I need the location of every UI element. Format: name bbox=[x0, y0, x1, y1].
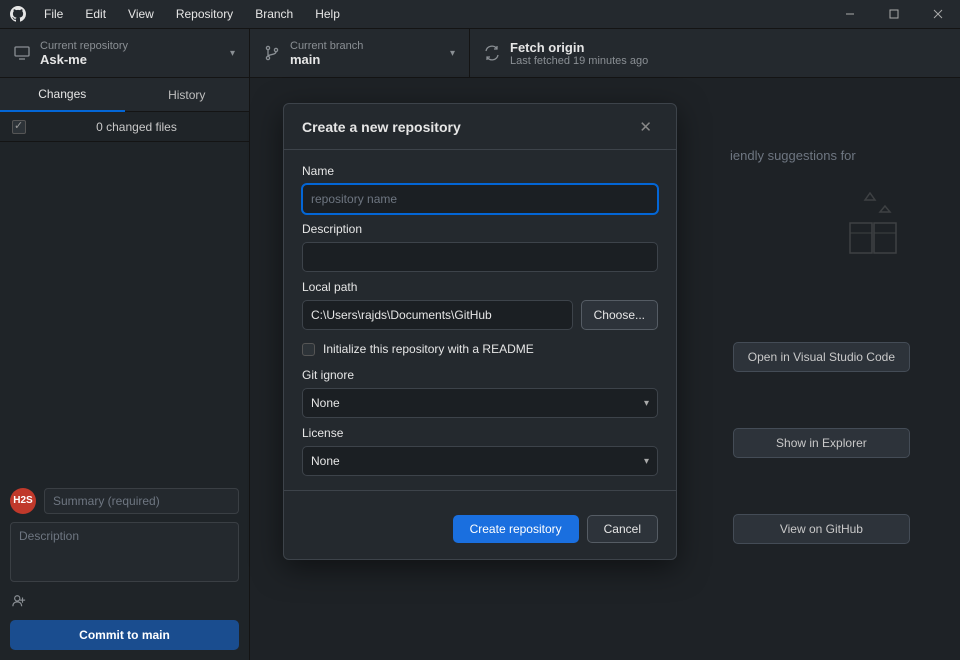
fetch-origin-button[interactable]: Fetch origin Last fetched 19 minutes ago bbox=[470, 29, 960, 77]
chevron-down-icon: ▾ bbox=[450, 48, 455, 59]
tab-changes[interactable]: Changes bbox=[0, 78, 125, 112]
git-branch-icon bbox=[264, 45, 280, 61]
repo-value: Ask-me bbox=[40, 52, 128, 67]
current-repository-selector[interactable]: Current repository Ask-me ▾ bbox=[0, 29, 250, 77]
changed-files-count: 0 changed files bbox=[36, 120, 237, 134]
add-coauthor-button[interactable] bbox=[10, 590, 239, 612]
desktop-icon bbox=[14, 45, 30, 61]
window-minimize-button[interactable] bbox=[828, 0, 872, 28]
changes-list bbox=[0, 142, 249, 478]
modal-title: Create a new repository bbox=[302, 119, 461, 135]
avatar: H2S bbox=[10, 488, 36, 514]
window-close-button[interactable] bbox=[916, 0, 960, 28]
current-branch-selector[interactable]: Current branch main ▾ bbox=[250, 29, 470, 77]
window-controls bbox=[828, 0, 960, 28]
sidebar-tabs: Changes History bbox=[0, 78, 249, 112]
show-in-explorer-button[interactable]: Show in Explorer bbox=[733, 428, 910, 458]
commit-button[interactable]: Commit to main bbox=[10, 620, 239, 650]
window-maximize-button[interactable] bbox=[872, 0, 916, 28]
background-action-buttons: Open in Visual Studio Code Show in Explo… bbox=[733, 342, 910, 544]
branch-label: Current branch bbox=[290, 40, 363, 52]
menu-file[interactable]: File bbox=[44, 7, 63, 21]
menu-view[interactable]: View bbox=[128, 7, 154, 21]
modal-divider bbox=[284, 490, 676, 491]
repo-label: Current repository bbox=[40, 40, 128, 52]
gitignore-select[interactable]: None ▾ bbox=[302, 388, 658, 418]
repository-name-input[interactable] bbox=[302, 184, 658, 214]
branch-value: main bbox=[290, 52, 363, 67]
menu-branch[interactable]: Branch bbox=[255, 7, 293, 21]
sidebar: Changes History 0 changed files H2S Comm… bbox=[0, 78, 250, 660]
chevron-down-icon: ▾ bbox=[230, 48, 235, 59]
chevron-down-icon: ▾ bbox=[644, 456, 649, 467]
menu-edit[interactable]: Edit bbox=[85, 7, 106, 21]
modal-header: Create a new repository ✕ bbox=[284, 104, 676, 150]
gitignore-value: None bbox=[311, 396, 340, 410]
choose-path-button[interactable]: Choose... bbox=[581, 300, 658, 330]
gitignore-label: Git ignore bbox=[302, 368, 658, 382]
create-repository-button[interactable]: Create repository bbox=[453, 515, 579, 543]
open-vscode-button[interactable]: Open in Visual Studio Code bbox=[733, 342, 910, 372]
sync-icon bbox=[484, 45, 500, 61]
name-label: Name bbox=[302, 164, 658, 178]
fetch-status: Last fetched 19 minutes ago bbox=[510, 55, 648, 67]
menu-repository[interactable]: Repository bbox=[176, 7, 233, 21]
license-value: None bbox=[311, 454, 340, 468]
app-menu: File Edit View Repository Branch Help bbox=[44, 7, 340, 21]
menu-help[interactable]: Help bbox=[315, 7, 340, 21]
commit-summary-input[interactable] bbox=[44, 488, 239, 514]
description-label: Description bbox=[302, 222, 658, 236]
local-path-input[interactable] bbox=[302, 300, 573, 330]
repository-description-input[interactable] bbox=[302, 242, 658, 272]
tab-history[interactable]: History bbox=[125, 78, 250, 112]
github-logo-icon bbox=[10, 6, 26, 22]
local-path-label: Local path bbox=[302, 280, 658, 294]
fetch-label: Fetch origin bbox=[510, 40, 648, 55]
license-label: License bbox=[302, 426, 658, 440]
changes-header: 0 changed files bbox=[0, 112, 249, 142]
chevron-down-icon: ▾ bbox=[644, 398, 649, 409]
commit-description-input[interactable] bbox=[10, 522, 239, 582]
background-hint-text: iendly suggestions for bbox=[730, 148, 930, 163]
modal-footer: Create repository Cancel bbox=[284, 501, 676, 559]
initialize-readme-checkbox[interactable] bbox=[302, 343, 315, 356]
close-icon[interactable]: ✕ bbox=[633, 114, 658, 140]
view-on-github-button[interactable]: View on GitHub bbox=[733, 514, 910, 544]
title-bar: File Edit View Repository Branch Help bbox=[0, 0, 960, 28]
create-repository-modal: Create a new repository ✕ Name Descripti… bbox=[283, 103, 677, 560]
empty-state-illustration bbox=[830, 188, 910, 271]
select-all-checkbox[interactable] bbox=[12, 120, 26, 134]
initialize-readme-label: Initialize this repository with a README bbox=[323, 342, 534, 356]
license-select[interactable]: None ▾ bbox=[302, 446, 658, 476]
cancel-button[interactable]: Cancel bbox=[587, 515, 658, 543]
commit-box: H2S Commit to main bbox=[0, 478, 249, 660]
toolbar: Current repository Ask-me ▾ Current bran… bbox=[0, 28, 960, 78]
